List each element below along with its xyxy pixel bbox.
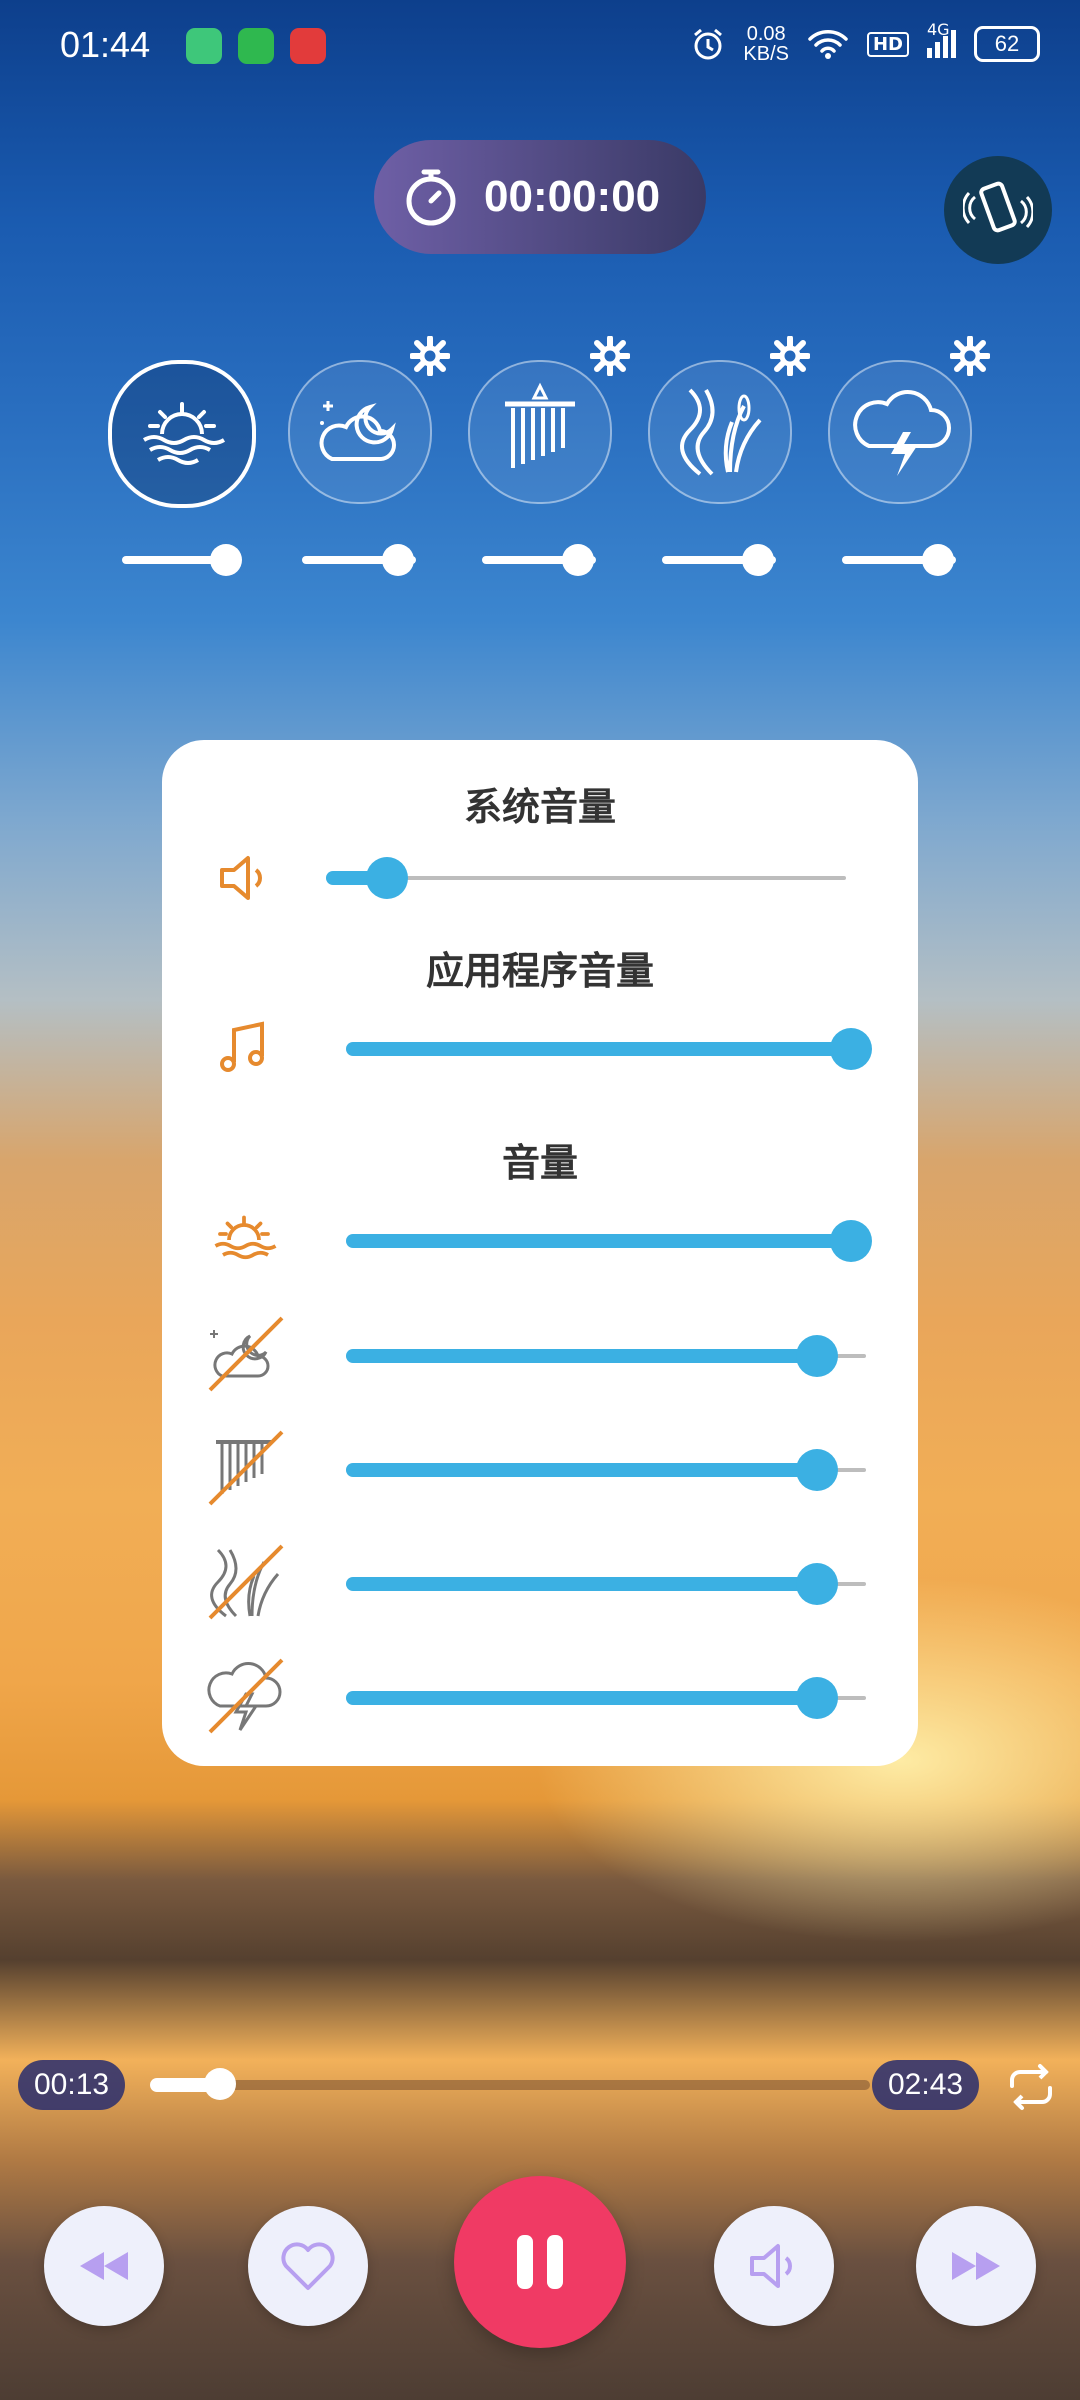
thunder-cloud-muted-icon	[207, 1658, 284, 1734]
sound-mini-slider-knob[interactable]	[382, 544, 414, 576]
favorite-button[interactable]	[248, 2206, 368, 2326]
wifi-icon	[808, 30, 848, 59]
music-row-icon	[202, 1006, 286, 1090]
rewind-icon	[80, 2252, 128, 2280]
moon-cloud-muted-icon	[208, 1316, 284, 1392]
wind-chime-muted-icon	[208, 1430, 284, 1506]
wind-chime-icon	[505, 382, 575, 468]
pause-button[interactable]	[454, 2176, 626, 2348]
speaker-row-icon	[202, 836, 286, 920]
reed-icon	[680, 388, 762, 476]
sound-thunderstorm-button[interactable]	[828, 360, 972, 504]
vibrate-button[interactable]	[944, 156, 1052, 264]
speaker-icon	[220, 856, 262, 900]
app-volume-slider[interactable]	[346, 1042, 856, 1056]
net-speed-unit: KB/S	[743, 43, 789, 65]
sound-mini-slider-knob[interactable]	[922, 544, 954, 576]
total-time: 02:43	[872, 2060, 980, 2110]
stopwatch-icon	[406, 169, 456, 226]
sound-reeds-button[interactable]	[648, 360, 792, 504]
speaker-icon	[750, 2244, 792, 2288]
sun-sea-icon	[142, 402, 226, 465]
night-volume-slider[interactable]	[346, 1349, 822, 1363]
system-volume-knob[interactable]	[366, 857, 408, 899]
volume-button[interactable]	[714, 2206, 834, 2326]
net-speed-value: 0.08	[746, 23, 786, 45]
elapsed-time: 00:13	[18, 2060, 126, 2110]
wind-chime-volume-knob[interactable]	[796, 1449, 838, 1491]
sunset-sea-volume-knob[interactable]	[830, 1220, 872, 1262]
message-notification-icon	[238, 28, 274, 64]
gear-icon[interactable]	[950, 336, 990, 376]
game-notification-icon	[290, 28, 326, 64]
sound-mini-slider-knob[interactable]	[562, 544, 594, 576]
status-right: 0.08 KB/S HD 4G 62	[691, 20, 1040, 64]
status-bar: 01:44 0.08 KB/S HD 4G 62	[0, 0, 1080, 100]
signal-icon: 4G	[927, 20, 956, 58]
timer-display: 00:00:00	[484, 172, 661, 221]
hd-badge: HD	[866, 31, 909, 57]
gear-icon[interactable]	[590, 336, 630, 376]
app-notification-icon	[186, 28, 222, 64]
pause-icon	[517, 2235, 563, 2289]
battery-indicator: 62	[974, 26, 1040, 62]
sound-mini-slider-knob[interactable]	[210, 544, 242, 576]
reeds-volume-slider[interactable]	[346, 1577, 822, 1591]
night-volume-icon	[202, 1312, 286, 1396]
progress-track[interactable]	[150, 2080, 870, 2090]
thunderstorm-volume-icon	[202, 1654, 286, 1738]
sound-sunset-sea-button[interactable]	[108, 360, 256, 508]
music-note-icon	[220, 1021, 264, 1072]
alarm-icon	[694, 28, 723, 60]
thunder-cloud-icon	[853, 390, 951, 476]
network-type: 4G	[927, 20, 950, 39]
sunset-sea-volume-icon	[202, 1198, 286, 1282]
gear-icon[interactable]	[410, 336, 450, 376]
repeat-icon[interactable]	[1004, 2060, 1058, 2114]
reeds-volume-knob[interactable]	[796, 1563, 838, 1605]
wind-chime-volume-icon	[202, 1426, 286, 1510]
fast-forward-button[interactable]	[916, 2206, 1036, 2326]
wind-chime-volume-slider[interactable]	[346, 1463, 822, 1477]
app-volume-knob[interactable]	[830, 1028, 872, 1070]
sun-sea-icon	[214, 1215, 277, 1260]
reed-muted-icon	[208, 1544, 284, 1620]
thunderstorm-volume-slider[interactable]	[346, 1691, 822, 1705]
status-time: 01:44	[60, 24, 151, 65]
sound-night-button[interactable]	[288, 360, 432, 504]
net-speed: 0.08 KB/S	[743, 24, 789, 64]
night-volume-knob[interactable]	[796, 1335, 838, 1377]
progress-knob[interactable]	[204, 2068, 236, 2100]
sunset-sea-volume-slider[interactable]	[346, 1234, 856, 1248]
system-volume-title: 系统音量	[463, 785, 616, 829]
phone-vibrate-icon	[963, 181, 1033, 233]
sound-wind-chime-button[interactable]	[468, 360, 612, 504]
volume-title: 音量	[501, 1141, 578, 1185]
volume-dialog: 系统音量 应用程序音量 音量	[162, 740, 918, 1766]
reeds-volume-icon	[202, 1540, 286, 1624]
app-volume-title: 应用程序音量	[425, 949, 654, 993]
thunderstorm-volume-knob[interactable]	[796, 1677, 838, 1719]
sound-mini-slider-knob[interactable]	[742, 544, 774, 576]
rewind-button[interactable]	[44, 2206, 164, 2326]
heart-icon	[281, 2242, 335, 2290]
gear-icon[interactable]	[770, 336, 810, 376]
moon-cloud-icon	[319, 401, 396, 461]
fast-forward-icon	[952, 2252, 1000, 2280]
sleep-timer-button[interactable]: 00:00:00	[374, 140, 706, 254]
